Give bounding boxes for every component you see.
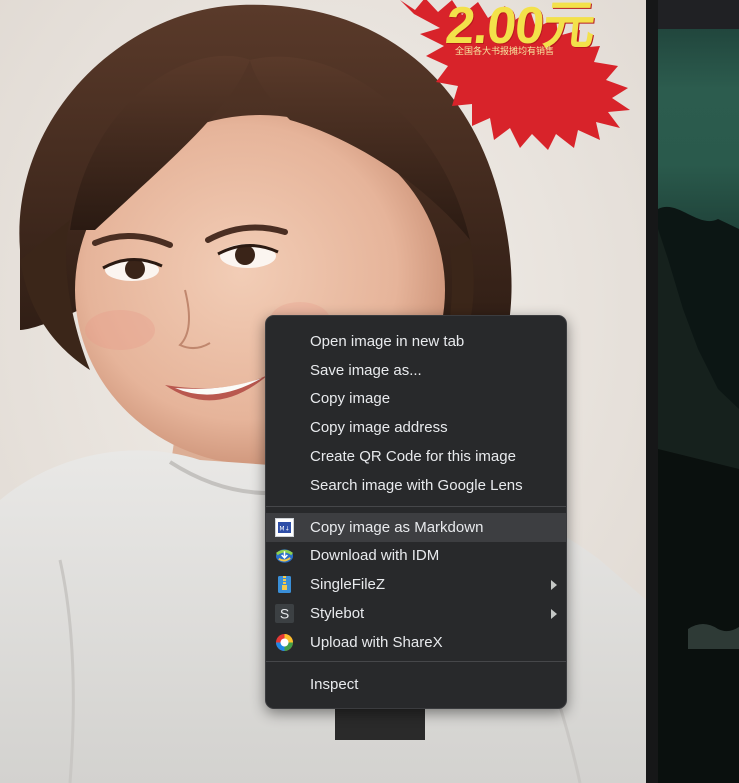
stylebot-icon: S <box>275 604 294 624</box>
menu-item-copy-image-markdown[interactable]: M↓ Copy image as Markdown <box>266 512 566 542</box>
svg-text:M↓: M↓ <box>279 525 289 532</box>
menu-item-open-image-new-tab[interactable]: Open image in new tab <box>266 327 566 356</box>
window-topbar <box>658 0 739 29</box>
menu-item-search-google-lens[interactable]: Search image with Google Lens <box>266 471 566 500</box>
svg-text:S: S <box>280 606 289 622</box>
menu-item-label: Copy image <box>310 390 391 408</box>
menu-item-label: Copy image address <box>310 419 448 437</box>
submenu-arrow-icon <box>551 608 557 619</box>
menu-separator <box>266 505 566 507</box>
price-subtext: 全国各大书报摊均有销售 <box>455 46 555 56</box>
menu-item-label: Copy image as Markdown <box>310 518 484 536</box>
menu-item-upload-sharex[interactable]: Upload with ShareX <box>266 628 566 657</box>
singlefilez-icon <box>275 575 294 594</box>
menu-item-label: Upload with ShareX <box>310 633 443 651</box>
menu-item-label: Save image as... <box>310 361 422 379</box>
menu-item-download-idm[interactable]: Download with IDM <box>266 542 566 571</box>
idm-icon <box>275 546 294 565</box>
context-menu: Open image in new tab Save image as... C… <box>265 315 567 709</box>
window-divider <box>646 0 658 783</box>
aurora-photo <box>658 29 739 783</box>
menu-item-label: Search image with Google Lens <box>310 476 523 494</box>
menu-item-copy-image[interactable]: Copy image <box>266 385 566 414</box>
submenu-arrow-icon <box>551 579 557 590</box>
menu-item-stylebot[interactable]: S Stylebot <box>266 599 566 628</box>
menu-item-label: Inspect <box>310 675 359 693</box>
menu-item-save-image-as[interactable]: Save image as... <box>266 356 566 385</box>
sharex-icon <box>275 633 294 652</box>
menu-item-copy-image-address[interactable]: Copy image address <box>266 413 566 442</box>
menu-item-label: Stylebot <box>310 605 365 623</box>
menu-item-label: Download with IDM <box>310 547 440 565</box>
menu-separator <box>266 660 566 662</box>
menu-item-label: Open image in new tab <box>310 332 465 350</box>
menu-item-create-qr-code[interactable]: Create QR Code for this image <box>266 442 566 471</box>
markdown-extension-icon: M↓ <box>275 517 294 537</box>
menu-item-label: Create QR Code for this image <box>310 448 516 466</box>
menu-item-inspect[interactable]: Inspect <box>266 670 566 699</box>
menu-item-singlefilez[interactable]: SingleFileZ <box>266 570 566 599</box>
menu-item-label: SingleFileZ <box>310 576 386 594</box>
